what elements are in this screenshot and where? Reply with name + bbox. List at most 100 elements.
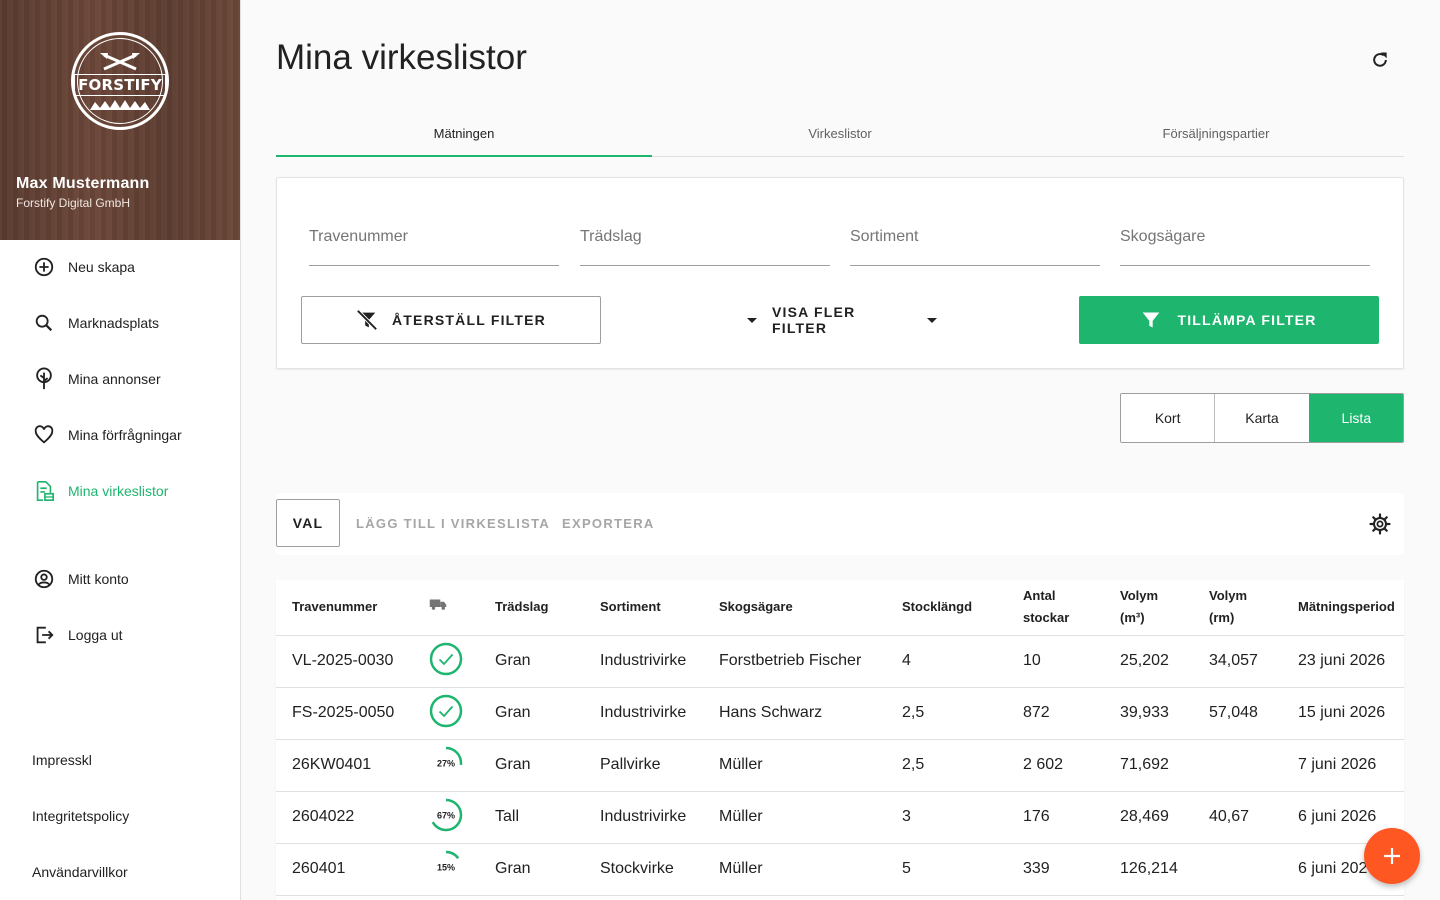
cell-assortment: Industrivirke [584,687,703,740]
progress-ring-icon: 67% [429,798,463,831]
footer-link-terms[interactable]: Användarvillkor [32,864,128,880]
nav-label: Mina virkeslistor [68,483,169,499]
cell-trave: 2604022 [276,791,413,844]
cell-assortment: Industrivirke [584,635,703,688]
progress-label: 27% [437,758,455,768]
page-title: Mina virkeslistor [276,38,527,77]
travenummer-input[interactable] [309,218,559,246]
cell-count: 2 602 [1007,739,1104,792]
sidebar: FORSTIFY Max Mustermann Forstify Digital… [0,0,241,900]
view-karta-button[interactable]: Karta [1214,394,1309,442]
cell-trave: FS-2025-0050 [276,687,413,740]
heart-icon [33,424,55,446]
account-circle-icon [33,568,55,590]
add-to-list-button[interactable]: LÄGG TILL I VIRKESLISTA [356,516,550,531]
table-row[interactable]: 26KW0401 27% Gran Pallvirke Müller 2,5 2 602 71… [276,739,1404,792]
col-header[interactable]: Sortiment [584,580,703,636]
document-list-icon [33,480,55,502]
tradslag-input[interactable] [580,218,830,246]
logo-text: FORSTIFY [74,74,166,96]
tab-matningen[interactable]: Mätningen [276,110,652,157]
col-header[interactable]: Volym (m³) [1104,580,1193,636]
nav-logga-ut[interactable]: Logga ut [0,615,240,655]
tab-virkeslistor[interactable]: Virkeslistor [652,110,1028,156]
cell-species: Gran [479,739,584,792]
nav-marknadsplats[interactable]: Marknadsplats [0,303,240,343]
truck-icon [429,599,447,611]
cell-length: 5 [886,843,1007,896]
nav-label: Mina förfrågningar [68,427,182,443]
nav-mina-forfragningar[interactable]: Mina förfrågningar [0,415,240,455]
refresh-button[interactable] [1366,46,1394,74]
filter-icon [1141,310,1161,330]
skogsagare-field [1120,218,1370,266]
footer-link-privacy[interactable]: Integritetspolicy [32,808,129,824]
cell-vol-m3: 71,692 [1104,739,1193,792]
status-complete-cell [413,687,479,740]
cell-period: 7 juni 2026 [1282,739,1404,792]
forstify-logo[interactable]: FORSTIFY [71,32,169,130]
cell-owner: Müller [703,739,886,792]
plus-icon [1384,848,1400,864]
nav-mina-annonser[interactable]: Mina annonser [0,359,240,399]
nav-label: Mitt konto [68,571,129,587]
reset-filter-button[interactable]: ÅTERSTÄLL FILTER [301,296,601,344]
col-header-transport[interactable] [413,580,479,636]
col-header[interactable]: Travenummer [276,580,413,636]
cell-vol-rm [1193,843,1282,896]
export-button[interactable]: EXPORTERA [562,516,655,531]
add-fab-button[interactable] [1364,828,1420,884]
settings-button[interactable] [1368,512,1392,536]
cell-trave: VL-2025-0030 [276,635,413,688]
table-row[interactable]: VL-2025-0030 Gran Industrivirke Forstbetrie… [276,635,1404,688]
progress-ring-icon: 15% [429,850,463,883]
table-row[interactable]: FS-2025-0050 Gran Industrivirke Hans Schwar… [276,687,1404,740]
cell-vol-m3: 39,933 [1104,687,1193,740]
tree-icon [33,367,55,390]
nav-label: Neu skapa [68,259,135,275]
saw-blade-icon [90,100,150,110]
cell-count: 872 [1007,687,1104,740]
cell-count: 10 [1007,635,1104,688]
nav-mitt-konto[interactable]: Mitt konto [0,559,240,599]
tab-forsaljningspartier[interactable]: Försäljningspartier [1028,110,1404,156]
sortiment-input[interactable] [850,218,1100,246]
nav-mina-virkeslistor[interactable]: Mina virkeslistor [0,471,240,511]
more-filters-button[interactable]: VISA FLER FILTER [747,296,937,344]
col-header[interactable]: Volym (rm) [1193,580,1282,636]
status-progress-cell: 67% [413,791,479,844]
status-progress-cell: 27% [413,739,479,792]
table-row[interactable]: 260401 15% Gran Stockvirke Müller 5 339 126,214… [276,843,1404,896]
cell-assortment: Pallvirke [584,739,703,792]
cell-trave: 26KW0401 [276,739,413,792]
nav-label: Logga ut [68,627,123,643]
view-lista-button[interactable]: Lista [1308,394,1403,442]
check-circle-icon [429,642,463,675]
filter-off-icon [356,309,378,331]
col-header[interactable]: Mätningsperiod [1282,580,1404,636]
plus-circle-icon [33,256,55,278]
skogsagare-input[interactable] [1120,218,1370,246]
cell-count: 176 [1007,791,1104,844]
axes-icon [100,53,140,71]
apply-filter-button[interactable]: TILLÄMPA FILTER [1079,296,1379,344]
gear-icon [1369,513,1391,535]
footer-link-impressum[interactable]: Impresskl [32,752,92,768]
col-header[interactable]: Stocklängd [886,580,1007,636]
select-button[interactable]: VAL [276,499,340,547]
caret-down-icon [927,317,937,323]
table-action-bar: VAL LÄGG TILL I VIRKESLISTA EXPORTERA [276,493,1404,555]
nav-neu-skapa[interactable]: Neu skapa [0,247,240,287]
cell-assortment: Industrivirke [584,791,703,844]
col-header[interactable]: Skogsägare [703,580,886,636]
cell-owner: Müller [703,791,886,844]
table-row[interactable]: 2604022 67% Tall Industrivirke Müller 3 176 28,… [276,791,1404,844]
view-kort-button[interactable]: Kort [1121,394,1215,442]
col-header[interactable]: Antal stockar [1007,580,1104,636]
col-header[interactable]: Trädslag [479,580,584,636]
cell-vol-m3: 28,469 [1104,791,1193,844]
user-company: Forstify Digital GmbH [16,196,131,210]
nav-label: Marknadsplats [68,315,160,331]
cell-count: 339 [1007,843,1104,896]
cell-species: Gran [479,843,584,896]
